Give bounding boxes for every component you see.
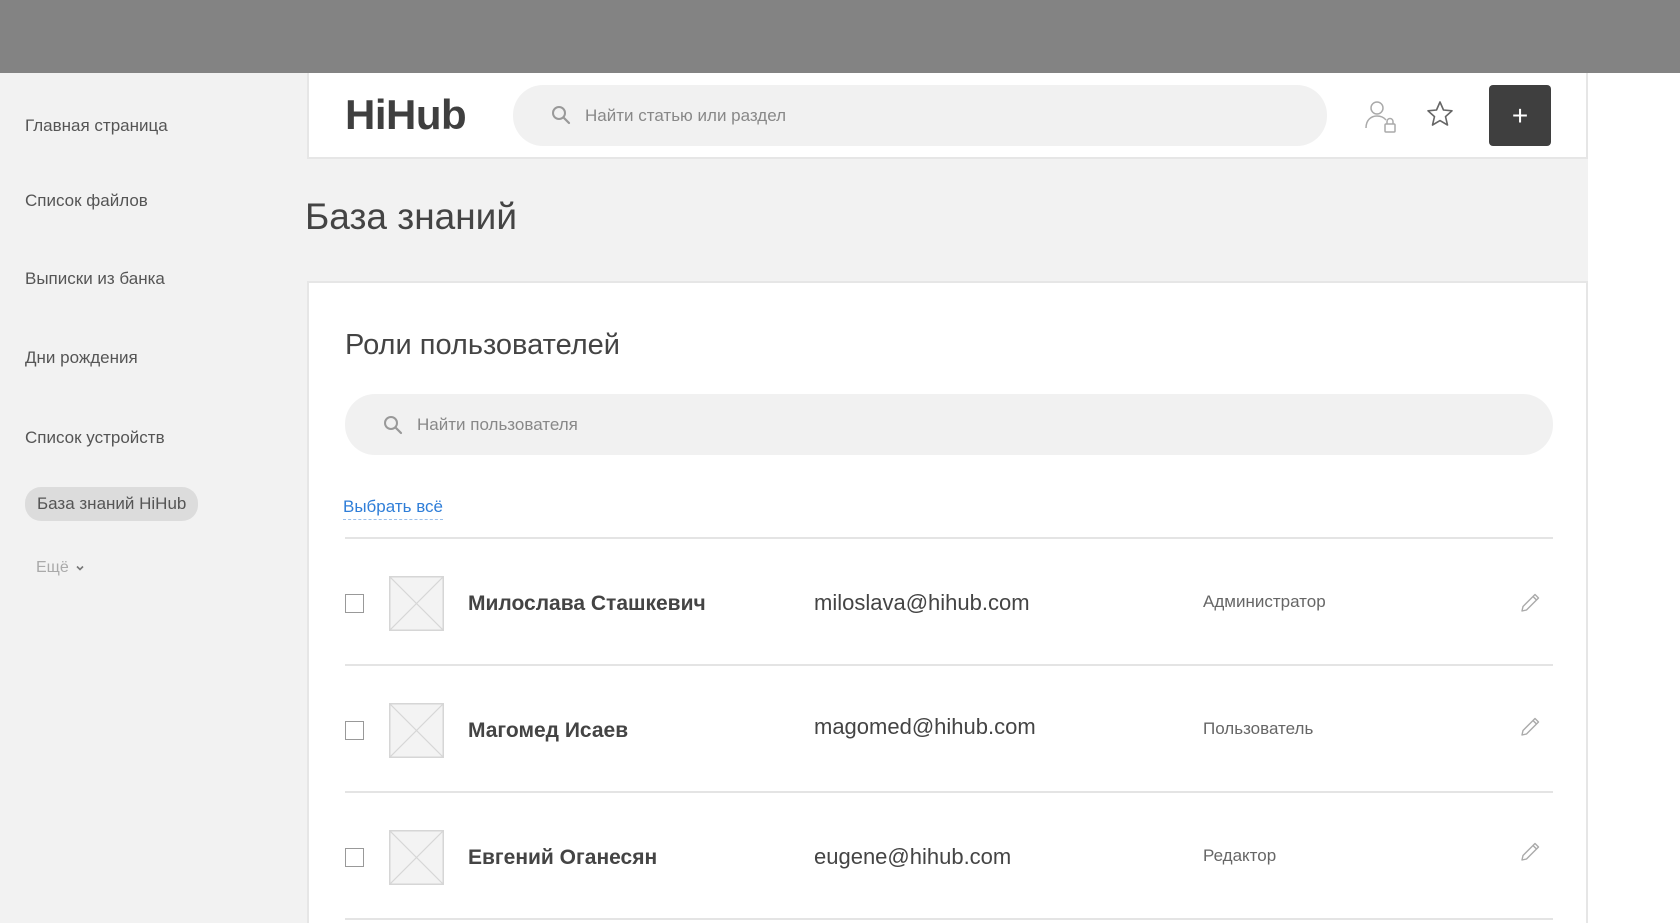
star-icon[interactable] [1425,99,1455,129]
pencil-icon[interactable] [1518,591,1542,615]
page-title: База знаний [305,196,518,237]
sidebar-item-home[interactable]: Главная страница [25,116,168,136]
list-divider [345,918,1553,920]
app-logo[interactable]: HiHub [345,91,467,139]
sidebar-item-knowledge-base[interactable]: База знаний HiHub [25,487,199,521]
search-icon [552,106,571,125]
user-email: miloslava@hihub.com [814,590,1030,615]
article-search-input[interactable] [585,85,1285,146]
avatar-placeholder-icon [389,576,444,631]
user-lock-icon[interactable] [1363,98,1399,134]
user-role: Редактор [1203,846,1277,865]
select-all-link[interactable]: Выбрать всё [343,497,443,520]
add-button[interactable]: + [1489,85,1551,146]
user-roles-card: Роли пользователей Выбрать всё Милослава… [307,281,1588,923]
avatar-placeholder-icon [389,830,444,885]
chevron-down-icon [76,565,84,571]
row-checkbox[interactable] [345,721,364,740]
top-bar [0,0,1680,73]
pencil-icon[interactable] [1518,715,1542,739]
sidebar-more-toggle[interactable]: Ещё [36,559,85,577]
user-name[interactable]: Евгений Оганесян [468,846,657,870]
sidebar-item-bank-statements[interactable]: Выписки из банка [25,269,165,289]
user-email: magomed@hihub.com [814,714,1036,739]
user-name[interactable]: Милослава Сташкевич [468,592,706,616]
pencil-icon[interactable] [1518,840,1542,864]
right-margin [1588,73,1680,923]
row-checkbox[interactable] [345,594,364,613]
user-name[interactable]: Магомед Исаев [468,719,628,743]
app-header: HiHub + [307,73,1588,159]
row-checkbox[interactable] [345,848,364,867]
search-icon [384,416,403,435]
user-row: Милослава Сташкевич miloslava@hihub.com … [345,539,1553,665]
sidebar: Главная страница Список файлов Выписки и… [0,73,306,923]
user-search-input[interactable] [417,394,1517,455]
sidebar-item-birthdays[interactable]: Дни рождения [25,348,138,368]
user-email: eugene@hihub.com [814,844,1012,869]
sidebar-more-label: Ещё [36,559,69,576]
user-row: Евгений Оганесян eugene@hihub.com Редакт… [345,793,1553,919]
article-search-bar [513,85,1327,146]
section-title: Роли пользователей [345,329,621,361]
user-role: Администратор [1203,592,1326,611]
sidebar-item-devices[interactable]: Список устройств [25,428,165,448]
sidebar-item-files[interactable]: Список файлов [25,191,148,211]
user-row: Магомед Исаев magomed@hihub.com Пользова… [345,666,1553,792]
user-role: Пользователь [1203,719,1314,738]
plus-icon: + [1511,99,1529,131]
user-search-bar [345,394,1553,455]
avatar-placeholder-icon [389,703,444,758]
